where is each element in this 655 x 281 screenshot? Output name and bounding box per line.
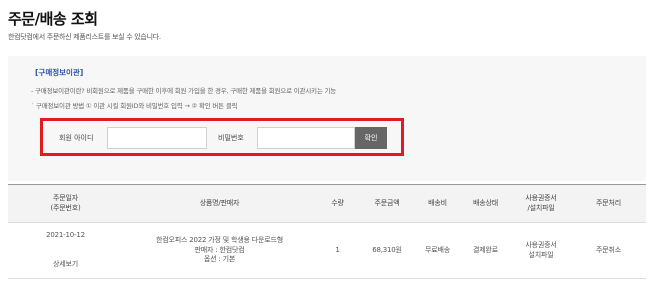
header-license: 사용권증서/설치파일 xyxy=(511,184,571,223)
amount-cell: 68,310원 xyxy=(359,222,415,279)
info-box: [구매정보이관] - 구매정보이관이란? 비회원으로 제품을 구매한 이후에 회… xyxy=(8,56,646,181)
header-quantity: 수량 xyxy=(316,184,359,223)
member-id-input[interactable] xyxy=(107,127,207,149)
product-cell: 한컴오피스 2022 가정 및 학생용 다운로드형 판매자 : 한컴닷컴 옵션 … xyxy=(123,222,316,279)
shipping-status-cell: 결제완료 xyxy=(460,222,511,279)
member-id-label: 회원 아이디 xyxy=(59,134,94,142)
cancel-order-link[interactable]: 주문취소 xyxy=(571,222,646,279)
header-process: 주문처리 xyxy=(571,184,646,223)
quantity-cell: 1 xyxy=(316,222,359,279)
header-amount: 주문금액 xyxy=(359,184,415,223)
header-order-date: 주문일자 (주문번호) xyxy=(8,184,123,223)
header-shipping-fee: 배송비 xyxy=(415,184,460,223)
confirm-button[interactable]: 확인 xyxy=(355,127,387,149)
info-heading: [구매정보이관] xyxy=(35,68,84,77)
license-cell: 사용권증서 설치파일 xyxy=(511,222,571,279)
order-date-cell: 2021-10-12 상세보기 xyxy=(8,222,123,279)
install-file-link[interactable]: 설치파일 xyxy=(511,251,571,261)
seller: 판매자 : 한컴닷컴 xyxy=(194,245,245,254)
page-title: 주문/배송 조회 xyxy=(8,10,98,28)
product-option: 옵션 : 기본 xyxy=(203,255,236,264)
header-product: 상품명/판매자 xyxy=(123,184,316,223)
info-line-method: ˙ 구매정보이관 방법 ① 이관 시킬 회원ID와 비밀번호 입력 → ② 확인… xyxy=(31,102,238,110)
info-line-definition: - 구매정보이관이란? 비회원으로 제품을 구매한 이후에 회원 가입을 한 경… xyxy=(31,87,337,95)
member-auth-form: 회원 아이디 비밀번호 확인 xyxy=(40,118,404,156)
shipping-fee-cell: 무료배송 xyxy=(415,222,460,279)
password-input[interactable] xyxy=(257,127,355,149)
header-shipping-status: 배송상태 xyxy=(460,184,511,223)
order-table: 주문일자 (주문번호) 상품명/판매자 수량 주문금액 배송비 배송상태 사용권증… xyxy=(8,184,646,279)
table-header-row: 주문일자 (주문번호) 상품명/판매자 수량 주문금액 배송비 배송상태 사용권증… xyxy=(8,184,646,223)
order-date: 2021-10-12 xyxy=(46,231,85,239)
detail-link[interactable]: 상세보기 xyxy=(8,260,123,270)
table-row: 2021-10-12 상세보기 한컴오피스 2022 가정 및 학생용 다운로드… xyxy=(8,222,646,279)
page-subtitle: 한컴닷컴에서 주문하신 제품리스트를 보실 수 있습니다. xyxy=(8,33,161,41)
license-link[interactable]: 사용권증서 xyxy=(511,241,571,251)
product-name[interactable]: 한컴오피스 2022 가정 및 학생용 다운로드형 xyxy=(123,236,316,246)
password-label: 비밀번호 xyxy=(218,134,244,142)
